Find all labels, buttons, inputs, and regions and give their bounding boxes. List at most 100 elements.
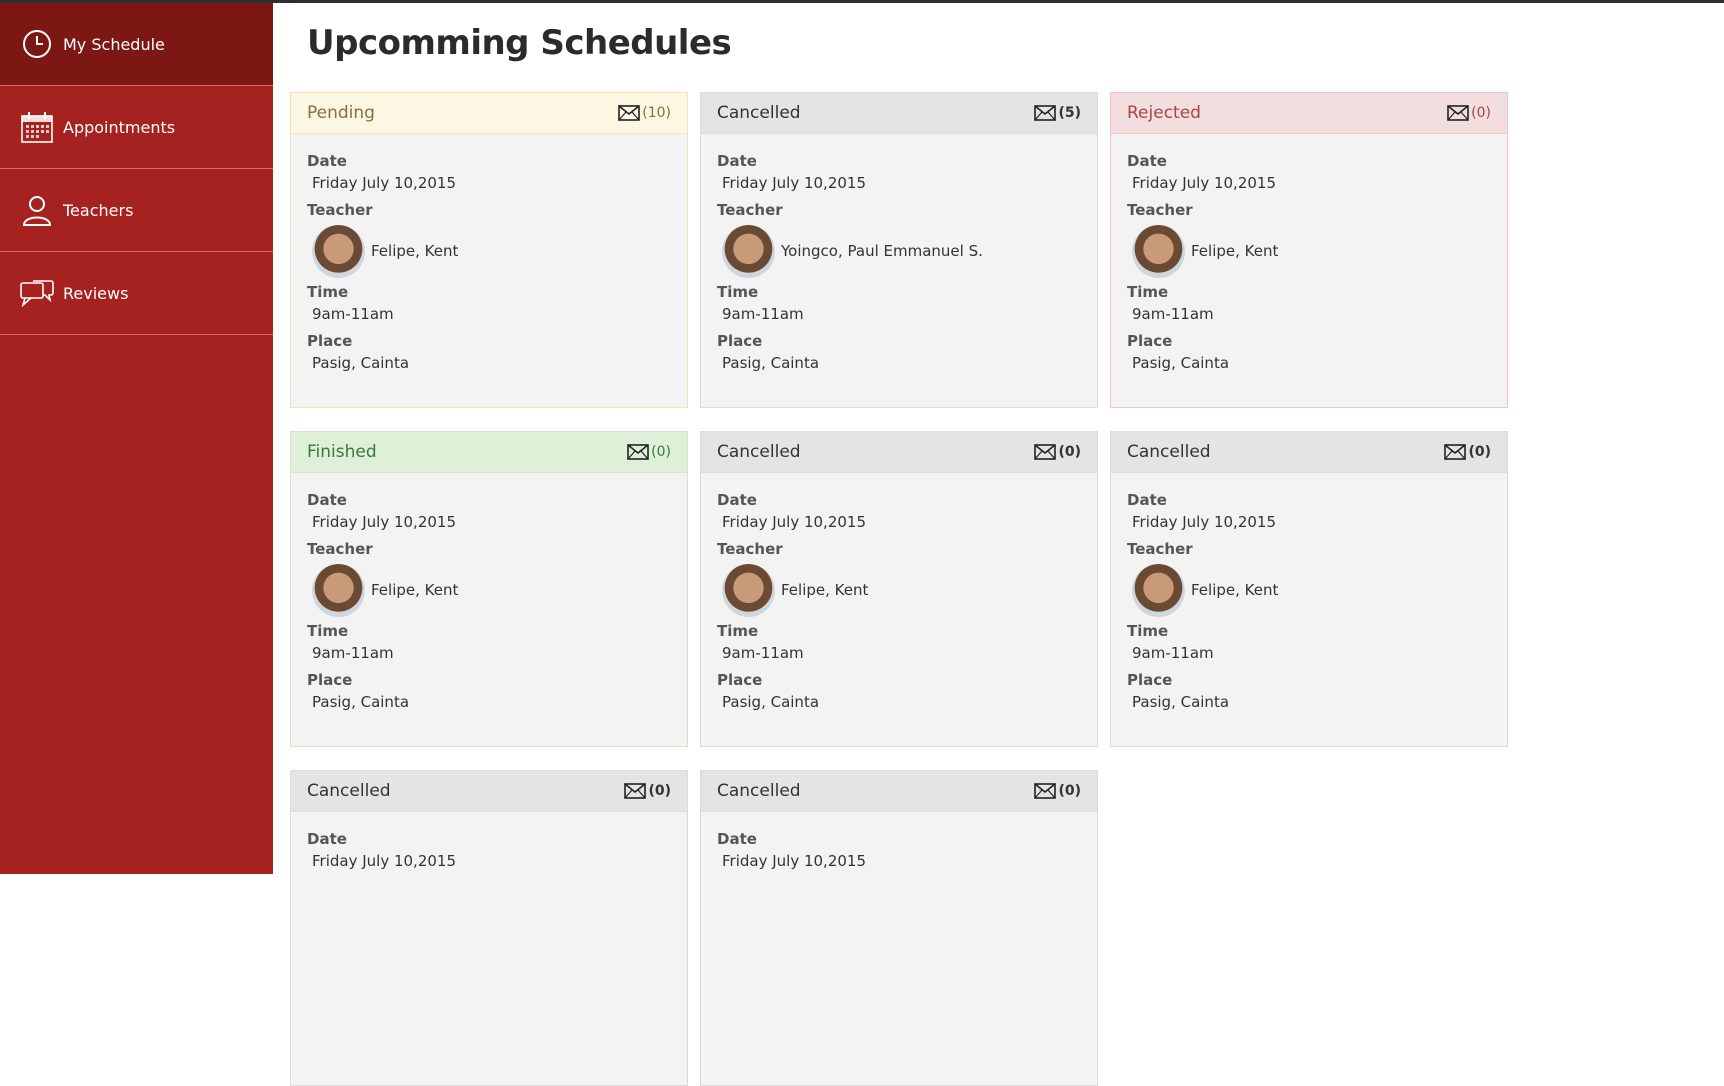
envelope-icon <box>1444 444 1468 460</box>
teacher-row[interactable]: Yoingco, Paul Emmanuel S. <box>717 221 1081 281</box>
messages-link[interactable]: (0) <box>1034 783 1081 799</box>
teacher-name: Felipe, Kent <box>1191 242 1279 260</box>
teacher-label: Teacher <box>1127 540 1193 558</box>
messages-link[interactable]: (0) <box>1447 105 1491 121</box>
card-header: Pending (10) <box>291 93 687 134</box>
card-body: Date Friday July 10,2015 Teacher Felipe, Ke… <box>701 473 1097 718</box>
schedule-card-finished[interactable]: Finished (0) Date Friday July 10,2015 Teache… <box>290 431 688 747</box>
time-value: 9am-11am <box>312 305 394 323</box>
teacher-label: Teacher <box>307 201 373 219</box>
card-body: Date Friday July 10,2015 Teacher Yoingco, P… <box>701 134 1097 379</box>
status-label: Cancelled <box>717 103 801 123</box>
schedule-card-cancelled[interactable]: Cancelled (0) Date Friday July 10,2015 Teach… <box>700 431 1098 747</box>
messages-link[interactable]: (0) <box>624 783 671 799</box>
avatar <box>312 563 365 617</box>
avatar <box>1132 224 1185 278</box>
date-label: Date <box>717 491 757 509</box>
place-value: Pasig, Cainta <box>722 693 820 711</box>
card-header: Cancelled (0) <box>701 432 1097 473</box>
place-value: Pasig, Cainta <box>1132 354 1230 372</box>
schedule-card-cancelled[interactable]: Cancelled (0) Date Friday July 10,2015 <box>700 770 1098 1086</box>
card-header: Finished (0) <box>291 432 687 473</box>
time-label: Time <box>717 622 759 640</box>
date-value: Friday July 10,2015 <box>722 513 867 531</box>
time-label: Time <box>307 283 349 301</box>
messages-link[interactable]: (10) <box>618 105 671 121</box>
messages-link[interactable]: (0) <box>1034 444 1081 460</box>
messages-link[interactable]: (0) <box>627 444 671 460</box>
messages-link[interactable]: (0) <box>1444 444 1491 460</box>
teacher-row[interactable]: Felipe, Kent <box>307 560 671 620</box>
teacher-row[interactable]: Felipe, Kent <box>1127 560 1491 620</box>
place-value: Pasig, Cainta <box>722 354 820 372</box>
place-label: Place <box>307 332 353 350</box>
sidebar-item-label: Reviews <box>63 283 129 303</box>
message-count: (0) <box>1058 783 1081 799</box>
card-body: Date Friday July 10,2015 Teacher Felipe, Ke… <box>1111 473 1507 718</box>
teacher-label: Teacher <box>717 201 783 219</box>
teacher-row[interactable]: Felipe, Kent <box>307 221 671 281</box>
teacher-label: Teacher <box>307 540 373 558</box>
avatar <box>1132 563 1185 617</box>
avatar <box>722 563 775 617</box>
card-body: Date Friday July 10,2015 <box>701 812 1097 877</box>
message-count: (5) <box>1058 105 1081 121</box>
envelope-icon <box>1447 105 1471 121</box>
place-label: Place <box>717 332 763 350</box>
time-value: 9am-11am <box>1132 644 1214 662</box>
sidebar-item-appointments[interactable]: Appointments <box>0 86 273 169</box>
date-label: Date <box>1127 491 1167 509</box>
teacher-name: Felipe, Kent <box>371 581 459 599</box>
date-value: Friday July 10,2015 <box>312 174 457 192</box>
schedule-card-pending[interactable]: Pending (10) Date Friday July 10,2015 Teache… <box>290 92 688 408</box>
schedule-card-rejected[interactable]: Rejected (0) Date Friday July 10,2015 Teache… <box>1110 92 1508 408</box>
teacher-row[interactable]: Felipe, Kent <box>1127 221 1491 281</box>
place-label: Place <box>1127 671 1173 689</box>
time-value: 9am-11am <box>722 644 804 662</box>
clock-icon <box>20 27 54 61</box>
card-header: Rejected (0) <box>1111 93 1507 134</box>
envelope-icon <box>618 105 642 121</box>
date-value: Friday July 10,2015 <box>722 174 867 192</box>
date-value: Friday July 10,2015 <box>1132 174 1277 192</box>
sidebar-item-label: My Schedule <box>63 34 165 54</box>
schedule-card-cancelled[interactable]: Cancelled (5) Date Friday July 10,2015 Teach… <box>700 92 1098 408</box>
envelope-icon <box>627 444 651 460</box>
time-label: Time <box>1127 283 1169 301</box>
status-label: Cancelled <box>307 781 391 801</box>
card-body: Date Friday July 10,2015 Teacher Felipe, Ke… <box>291 473 687 718</box>
card-body: Date Friday July 10,2015 Teacher Felipe, Ke… <box>1111 134 1507 379</box>
place-label: Place <box>307 671 353 689</box>
user-icon <box>20 193 54 227</box>
sidebar-item-label: Teachers <box>63 200 134 220</box>
date-label: Date <box>307 830 347 848</box>
teacher-name: Felipe, Kent <box>781 581 869 599</box>
card-header: Cancelled (5) <box>701 93 1097 134</box>
sidebar-item-teachers[interactable]: Teachers <box>0 169 273 252</box>
date-label: Date <box>717 152 757 170</box>
messages-link[interactable]: (5) <box>1034 105 1081 121</box>
time-label: Time <box>1127 622 1169 640</box>
schedule-card-cancelled[interactable]: Cancelled (0) Date Friday July 10,2015 <box>290 770 688 1086</box>
date-label: Date <box>1127 152 1167 170</box>
place-value: Pasig, Cainta <box>312 693 410 711</box>
message-count: (10) <box>642 105 671 121</box>
schedule-card-cancelled[interactable]: Cancelled (0) Date Friday July 10,2015 Teach… <box>1110 431 1508 747</box>
sidebar-item-my-schedule[interactable]: My Schedule <box>0 3 273 86</box>
teacher-row[interactable]: Felipe, Kent <box>717 560 1081 620</box>
message-count: (0) <box>651 444 671 460</box>
envelope-icon <box>1034 105 1058 121</box>
date-label: Date <box>307 491 347 509</box>
place-label: Place <box>717 671 763 689</box>
card-body: Date Friday July 10,2015 Teacher Felipe, Ke… <box>291 134 687 379</box>
place-value: Pasig, Cainta <box>1132 693 1230 711</box>
time-label: Time <box>307 622 349 640</box>
main-content: Upcomming Schedules Pending (10) Date Frida… <box>273 3 1724 1086</box>
status-label: Cancelled <box>1127 442 1211 462</box>
time-value: 9am-11am <box>312 644 394 662</box>
envelope-icon <box>1034 444 1058 460</box>
teacher-name: Felipe, Kent <box>371 242 459 260</box>
avatar <box>312 224 365 278</box>
sidebar-item-reviews[interactable]: Reviews <box>0 252 273 335</box>
message-count: (0) <box>648 783 671 799</box>
